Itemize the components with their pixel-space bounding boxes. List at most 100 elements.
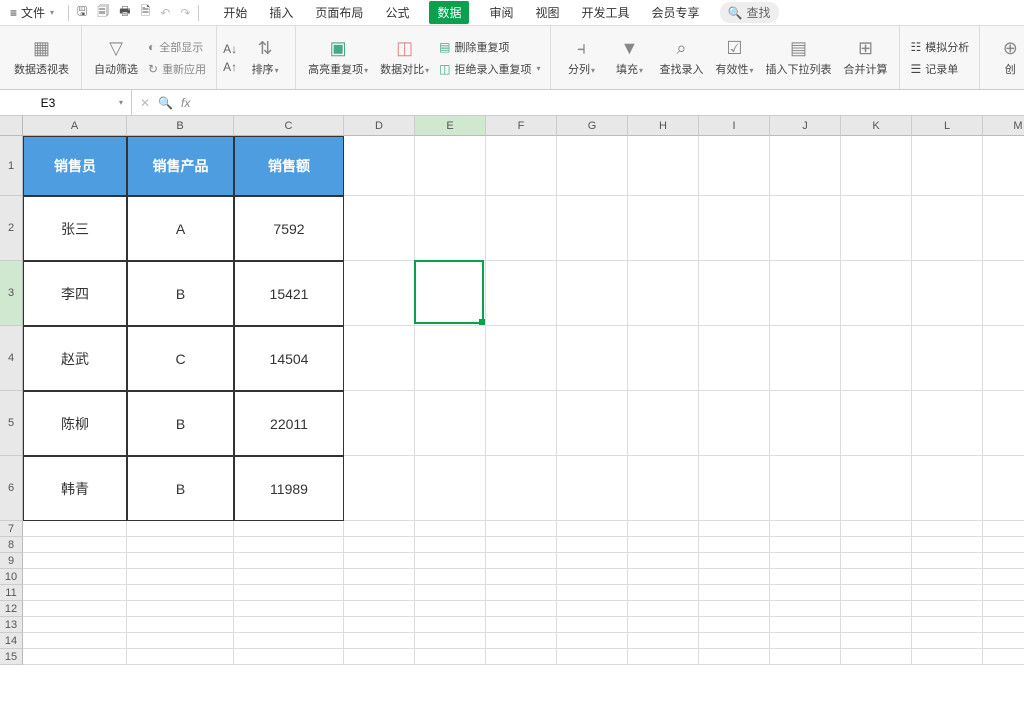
cell-D11[interactable]	[344, 585, 415, 601]
validation-button[interactable]: ☑ 有效性▾	[709, 36, 759, 79]
cell-G15[interactable]	[557, 649, 628, 665]
cell-M12[interactable]	[983, 601, 1024, 617]
insert-dropdown-button[interactable]: ▤ 插入下拉列表	[759, 36, 837, 79]
save-icon[interactable]: 🖫	[77, 2, 87, 23]
cell-E8[interactable]	[415, 537, 486, 553]
cell-C10[interactable]	[234, 569, 344, 585]
cell-G10[interactable]	[557, 569, 628, 585]
cell-D7[interactable]	[344, 521, 415, 537]
cell-K13[interactable]	[841, 617, 912, 633]
cell-A3[interactable]: 李四	[23, 261, 127, 326]
cell-F6[interactable]	[486, 456, 557, 521]
cell-L9[interactable]	[912, 553, 983, 569]
cell-J9[interactable]	[770, 553, 841, 569]
cell-J5[interactable]	[770, 391, 841, 456]
cell-I15[interactable]	[699, 649, 770, 665]
cell-B14[interactable]	[127, 633, 234, 649]
cell-L11[interactable]	[912, 585, 983, 601]
cell-K1[interactable]	[841, 136, 912, 196]
cell-J3[interactable]	[770, 261, 841, 326]
cell-G8[interactable]	[557, 537, 628, 553]
cell-B6[interactable]: B	[127, 456, 234, 521]
cell-I13[interactable]	[699, 617, 770, 633]
cell-B5[interactable]: B	[127, 391, 234, 456]
cell-D12[interactable]	[344, 601, 415, 617]
cell-B4[interactable]: C	[127, 326, 234, 391]
row-header-2[interactable]: 2	[0, 196, 23, 261]
cell-C12[interactable]	[234, 601, 344, 617]
col-header-L[interactable]: L	[912, 116, 983, 136]
cell-L1[interactable]	[912, 136, 983, 196]
col-header-B[interactable]: B	[127, 116, 234, 136]
text-to-columns-button[interactable]: ⫞ 分列▾	[557, 36, 605, 79]
cell-F10[interactable]	[486, 569, 557, 585]
cell-C11[interactable]	[234, 585, 344, 601]
row-header-11[interactable]: 11	[0, 585, 23, 601]
col-header-M[interactable]: M	[983, 116, 1024, 136]
cell-F15[interactable]	[486, 649, 557, 665]
cell-M6[interactable]	[983, 456, 1024, 521]
formula-input[interactable]	[198, 90, 1024, 115]
cell-B11[interactable]	[127, 585, 234, 601]
cell-F14[interactable]	[486, 633, 557, 649]
cell-I12[interactable]	[699, 601, 770, 617]
fill-button[interactable]: ▼ 填充▾	[605, 36, 653, 79]
row-header-12[interactable]: 12	[0, 601, 23, 617]
preview-icon[interactable]: 🗎	[141, 2, 151, 23]
cell-A11[interactable]	[23, 585, 127, 601]
cell-E14[interactable]	[415, 633, 486, 649]
cell-C13[interactable]	[234, 617, 344, 633]
cell-M9[interactable]	[983, 553, 1024, 569]
sort-asc-icon[interactable]: A↓	[223, 42, 237, 56]
whatif-button[interactable]: ☷模拟分析	[906, 38, 973, 56]
cell-H11[interactable]	[628, 585, 699, 601]
cell-C3[interactable]: 15421	[234, 261, 344, 326]
cell-E12[interactable]	[415, 601, 486, 617]
search-fx-icon[interactable]: 🔍	[158, 96, 173, 110]
tab-1[interactable]: 插入	[267, 1, 295, 24]
search-box[interactable]: 🔍 查找	[720, 2, 779, 23]
row-header-6[interactable]: 6	[0, 456, 23, 521]
cell-H12[interactable]	[628, 601, 699, 617]
cell-B10[interactable]	[127, 569, 234, 585]
cell-I1[interactable]	[699, 136, 770, 196]
cell-H13[interactable]	[628, 617, 699, 633]
cell-J15[interactable]	[770, 649, 841, 665]
remove-dup-button[interactable]: ▤删除重复项	[435, 38, 544, 56]
cell-K5[interactable]	[841, 391, 912, 456]
cell-I5[interactable]	[699, 391, 770, 456]
cell-D1[interactable]	[344, 136, 415, 196]
cell-J4[interactable]	[770, 326, 841, 391]
cell-M13[interactable]	[983, 617, 1024, 633]
cell-F2[interactable]	[486, 196, 557, 261]
cell-I2[interactable]	[699, 196, 770, 261]
cell-H6[interactable]	[628, 456, 699, 521]
cell-L8[interactable]	[912, 537, 983, 553]
cell-H9[interactable]	[628, 553, 699, 569]
cell-E7[interactable]	[415, 521, 486, 537]
cell-D8[interactable]	[344, 537, 415, 553]
cell-C8[interactable]	[234, 537, 344, 553]
consolidate-button[interactable]: ⊞ 合并计算	[837, 36, 893, 79]
cell-B8[interactable]	[127, 537, 234, 553]
sort-button[interactable]: ⇅ 排序▾	[241, 36, 289, 79]
cell-K14[interactable]	[841, 633, 912, 649]
cell-D6[interactable]	[344, 456, 415, 521]
cell-H15[interactable]	[628, 649, 699, 665]
cell-M5[interactable]	[983, 391, 1024, 456]
col-header-K[interactable]: K	[841, 116, 912, 136]
cell-K2[interactable]	[841, 196, 912, 261]
cell-K9[interactable]	[841, 553, 912, 569]
cell-J11[interactable]	[770, 585, 841, 601]
cell-K12[interactable]	[841, 601, 912, 617]
cell-D14[interactable]	[344, 633, 415, 649]
cell-F9[interactable]	[486, 553, 557, 569]
cell-E4[interactable]	[415, 326, 486, 391]
cell-M7[interactable]	[983, 521, 1024, 537]
cell-G3[interactable]	[557, 261, 628, 326]
cell-F1[interactable]	[486, 136, 557, 196]
cell-I6[interactable]	[699, 456, 770, 521]
cell-E3[interactable]	[415, 261, 486, 326]
cell-F5[interactable]	[486, 391, 557, 456]
row-header-15[interactable]: 15	[0, 649, 23, 665]
